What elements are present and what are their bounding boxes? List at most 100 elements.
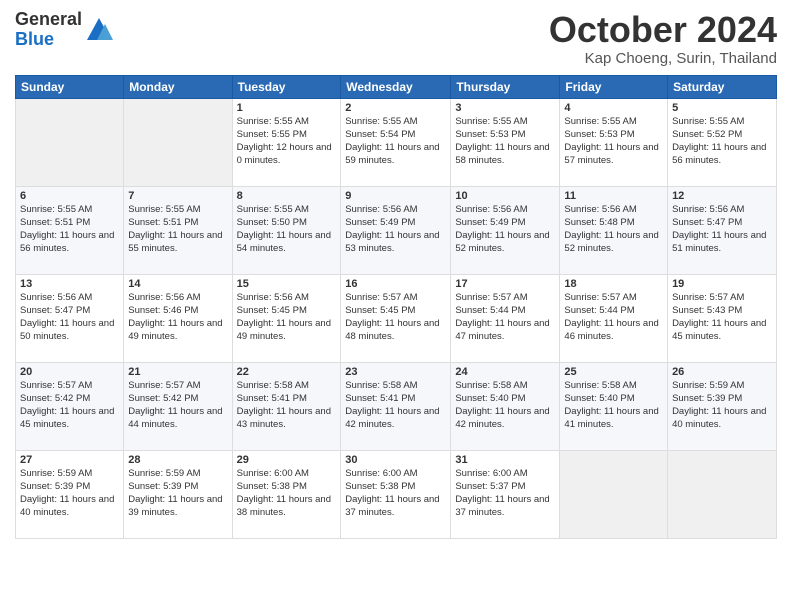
calendar-cell: 10Sunrise: 5:56 AMSunset: 5:49 PMDayligh…	[451, 186, 560, 274]
logo: General Blue	[15, 10, 113, 50]
day-info: Sunrise: 5:57 AMSunset: 5:42 PMDaylight:…	[128, 379, 227, 432]
day-info: Sunrise: 5:56 AMSunset: 5:45 PMDaylight:…	[237, 291, 337, 344]
day-number: 23	[345, 366, 446, 378]
calendar-cell: 21Sunrise: 5:57 AMSunset: 5:42 PMDayligh…	[124, 362, 232, 450]
weekday-header: Friday	[560, 75, 668, 98]
day-info: Sunrise: 5:56 AMSunset: 5:48 PMDaylight:…	[564, 203, 663, 256]
calendar-cell: 4Sunrise: 5:55 AMSunset: 5:53 PMDaylight…	[560, 98, 668, 186]
day-number: 10	[455, 190, 555, 202]
month-title: October 2024	[549, 10, 777, 50]
day-number: 18	[564, 278, 663, 290]
day-info: Sunrise: 5:57 AMSunset: 5:44 PMDaylight:…	[455, 291, 555, 344]
weekday-header: Thursday	[451, 75, 560, 98]
day-number: 26	[672, 366, 772, 378]
calendar-cell: 20Sunrise: 5:57 AMSunset: 5:42 PMDayligh…	[16, 362, 124, 450]
day-info: Sunrise: 5:56 AMSunset: 5:47 PMDaylight:…	[20, 291, 119, 344]
calendar-table: SundayMondayTuesdayWednesdayThursdayFrid…	[15, 75, 777, 539]
day-info: Sunrise: 5:57 AMSunset: 5:43 PMDaylight:…	[672, 291, 772, 344]
day-info: Sunrise: 5:58 AMSunset: 5:41 PMDaylight:…	[345, 379, 446, 432]
calendar-cell: 1Sunrise: 5:55 AMSunset: 5:55 PMDaylight…	[232, 98, 341, 186]
day-info: Sunrise: 5:55 AMSunset: 5:54 PMDaylight:…	[345, 115, 446, 168]
day-number: 21	[128, 366, 227, 378]
day-info: Sunrise: 5:56 AMSunset: 5:49 PMDaylight:…	[455, 203, 555, 256]
day-number: 31	[455, 454, 555, 466]
calendar-cell: 6Sunrise: 5:55 AMSunset: 5:51 PMDaylight…	[16, 186, 124, 274]
day-info: Sunrise: 5:55 AMSunset: 5:51 PMDaylight:…	[20, 203, 119, 256]
day-number: 13	[20, 278, 119, 290]
day-info: Sunrise: 5:55 AMSunset: 5:50 PMDaylight:…	[237, 203, 337, 256]
day-info: Sunrise: 6:00 AMSunset: 5:38 PMDaylight:…	[237, 467, 337, 520]
calendar-cell: 16Sunrise: 5:57 AMSunset: 5:45 PMDayligh…	[341, 274, 451, 362]
day-info: Sunrise: 6:00 AMSunset: 5:38 PMDaylight:…	[345, 467, 446, 520]
day-info: Sunrise: 5:55 AMSunset: 5:55 PMDaylight:…	[237, 115, 337, 168]
day-number: 7	[128, 190, 227, 202]
calendar-week-row: 13Sunrise: 5:56 AMSunset: 5:47 PMDayligh…	[16, 274, 777, 362]
day-number: 20	[20, 366, 119, 378]
day-number: 30	[345, 454, 446, 466]
day-number: 14	[128, 278, 227, 290]
weekday-header: Saturday	[668, 75, 777, 98]
calendar-cell: 17Sunrise: 5:57 AMSunset: 5:44 PMDayligh…	[451, 274, 560, 362]
calendar-cell: 30Sunrise: 6:00 AMSunset: 5:38 PMDayligh…	[341, 450, 451, 538]
day-number: 1	[237, 102, 337, 114]
day-info: Sunrise: 6:00 AMSunset: 5:37 PMDaylight:…	[455, 467, 555, 520]
calendar-cell: 2Sunrise: 5:55 AMSunset: 5:54 PMDaylight…	[341, 98, 451, 186]
calendar-cell	[16, 98, 124, 186]
calendar-cell: 28Sunrise: 5:59 AMSunset: 5:39 PMDayligh…	[124, 450, 232, 538]
calendar-cell	[560, 450, 668, 538]
calendar-cell: 11Sunrise: 5:56 AMSunset: 5:48 PMDayligh…	[560, 186, 668, 274]
calendar-week-row: 27Sunrise: 5:59 AMSunset: 5:39 PMDayligh…	[16, 450, 777, 538]
calendar-cell: 15Sunrise: 5:56 AMSunset: 5:45 PMDayligh…	[232, 274, 341, 362]
calendar-cell: 13Sunrise: 5:56 AMSunset: 5:47 PMDayligh…	[16, 274, 124, 362]
calendar-cell: 8Sunrise: 5:55 AMSunset: 5:50 PMDaylight…	[232, 186, 341, 274]
day-info: Sunrise: 5:55 AMSunset: 5:53 PMDaylight:…	[455, 115, 555, 168]
header: General Blue October 2024 Kap Choeng, Su…	[15, 10, 777, 67]
day-info: Sunrise: 5:58 AMSunset: 5:41 PMDaylight:…	[237, 379, 337, 432]
day-number: 12	[672, 190, 772, 202]
calendar-cell: 25Sunrise: 5:58 AMSunset: 5:40 PMDayligh…	[560, 362, 668, 450]
weekday-header: Monday	[124, 75, 232, 98]
day-info: Sunrise: 5:59 AMSunset: 5:39 PMDaylight:…	[128, 467, 227, 520]
day-number: 5	[672, 102, 772, 114]
day-info: Sunrise: 5:57 AMSunset: 5:42 PMDaylight:…	[20, 379, 119, 432]
day-info: Sunrise: 5:55 AMSunset: 5:52 PMDaylight:…	[672, 115, 772, 168]
day-number: 4	[564, 102, 663, 114]
calendar-cell: 22Sunrise: 5:58 AMSunset: 5:41 PMDayligh…	[232, 362, 341, 450]
day-number: 8	[237, 190, 337, 202]
calendar-week-row: 1Sunrise: 5:55 AMSunset: 5:55 PMDaylight…	[16, 98, 777, 186]
weekday-header: Wednesday	[341, 75, 451, 98]
calendar-cell: 3Sunrise: 5:55 AMSunset: 5:53 PMDaylight…	[451, 98, 560, 186]
calendar-cell: 14Sunrise: 5:56 AMSunset: 5:46 PMDayligh…	[124, 274, 232, 362]
day-number: 28	[128, 454, 227, 466]
calendar-cell: 27Sunrise: 5:59 AMSunset: 5:39 PMDayligh…	[16, 450, 124, 538]
calendar-cell: 24Sunrise: 5:58 AMSunset: 5:40 PMDayligh…	[451, 362, 560, 450]
day-number: 15	[237, 278, 337, 290]
calendar-week-row: 20Sunrise: 5:57 AMSunset: 5:42 PMDayligh…	[16, 362, 777, 450]
day-number: 9	[345, 190, 446, 202]
day-number: 22	[237, 366, 337, 378]
day-number: 6	[20, 190, 119, 202]
title-block: October 2024 Kap Choeng, Surin, Thailand	[549, 10, 777, 67]
day-number: 17	[455, 278, 555, 290]
day-number: 11	[564, 190, 663, 202]
day-number: 24	[455, 366, 555, 378]
day-number: 19	[672, 278, 772, 290]
day-info: Sunrise: 5:57 AMSunset: 5:45 PMDaylight:…	[345, 291, 446, 344]
weekday-header: Sunday	[16, 75, 124, 98]
page-container: General Blue October 2024 Kap Choeng, Su…	[0, 0, 792, 612]
calendar-cell: 29Sunrise: 6:00 AMSunset: 5:38 PMDayligh…	[232, 450, 341, 538]
calendar-header-row: SundayMondayTuesdayWednesdayThursdayFrid…	[16, 75, 777, 98]
calendar-cell: 9Sunrise: 5:56 AMSunset: 5:49 PMDaylight…	[341, 186, 451, 274]
logo-text: General Blue	[15, 10, 82, 50]
calendar-cell: 26Sunrise: 5:59 AMSunset: 5:39 PMDayligh…	[668, 362, 777, 450]
day-info: Sunrise: 5:57 AMSunset: 5:44 PMDaylight:…	[564, 291, 663, 344]
calendar-cell: 12Sunrise: 5:56 AMSunset: 5:47 PMDayligh…	[668, 186, 777, 274]
calendar-cell: 23Sunrise: 5:58 AMSunset: 5:41 PMDayligh…	[341, 362, 451, 450]
day-number: 16	[345, 278, 446, 290]
day-info: Sunrise: 5:55 AMSunset: 5:51 PMDaylight:…	[128, 203, 227, 256]
calendar-cell	[124, 98, 232, 186]
day-number: 2	[345, 102, 446, 114]
calendar-week-row: 6Sunrise: 5:55 AMSunset: 5:51 PMDaylight…	[16, 186, 777, 274]
logo-icon	[85, 16, 113, 44]
day-number: 3	[455, 102, 555, 114]
